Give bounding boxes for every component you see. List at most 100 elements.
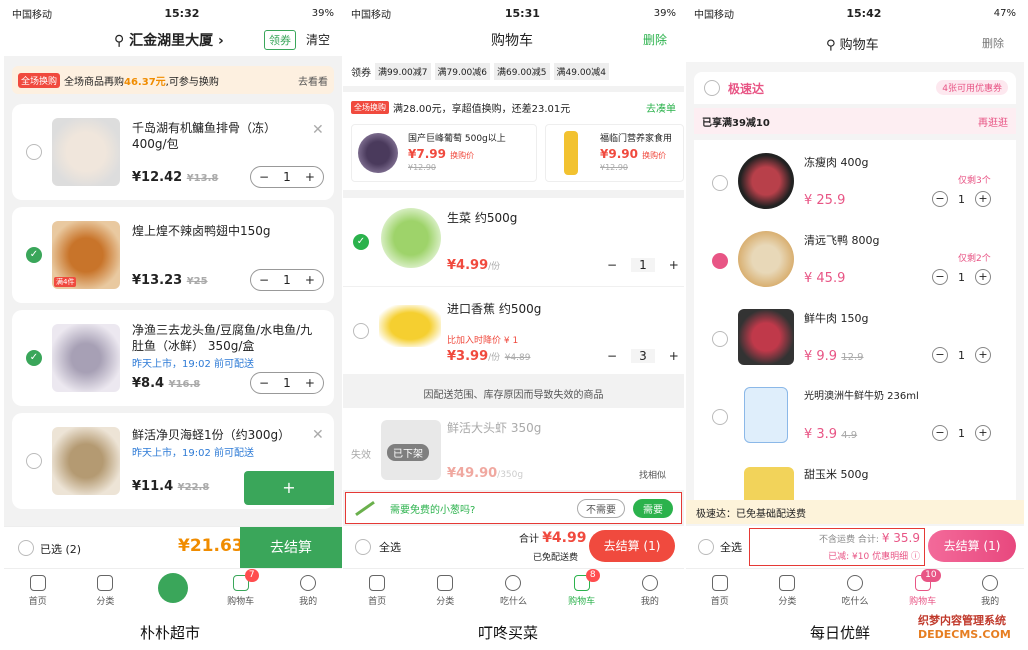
quantity-stepper[interactable]: −1 + [607,258,679,272]
tab-mine[interactable]: 我的 [278,574,338,607]
cart-badge: 8 [585,568,600,582]
total-label: 合计: [857,535,879,545]
product-price: ¥4.99 [447,258,489,273]
plus-icon[interactable]: + [305,273,315,287]
tab-cart[interactable]: 7 购物车 [211,568,271,607]
quantity-stepper[interactable]: −3 + [607,349,679,363]
checkout-bar: 已选 (2) ¥21.63 去结算 [4,526,342,569]
quantity-stepper[interactable]: −1 + [932,347,991,363]
tab-home[interactable]: 首页 [690,574,750,607]
cart-item: ✓ 生菜 约500g ¥4.99/份 −1 + [343,198,684,286]
add-to-cart-button[interactable]: + [244,471,334,505]
item-checkbox-checked[interactable]: ✓ [26,350,42,366]
item-checkbox[interactable] [712,409,728,425]
tab-label: 我的 [299,596,318,607]
exchange-promo-bar[interactable]: 全场换购 满28.00元，享超值换购，还差23.01元 去凑单 [351,100,676,115]
tab-mine[interactable]: 我的 [620,574,680,607]
coupon-chip[interactable]: 满99.00减7 [375,62,431,80]
cart-item: 鲜活净贝海蛏1份（约300g） ✕ 昨天上市，19:02 前可配送 ¥11.4 … [12,413,334,509]
item-checkbox-checked[interactable]: ✓ [26,247,42,263]
item-checkbox[interactable] [712,331,728,347]
delete-button[interactable]: 删除 [643,31,667,48]
exchange-item[interactable]: 国产巨峰葡萄 500g以上 ¥7.99 换购价 ¥12.90 [351,124,537,182]
exchange-promo-bar[interactable]: 全场换购 全场商品再购 46.37元 ,可参与换购 去看看 [12,66,334,94]
select-all-checkbox[interactable] [18,540,34,556]
tab-recipes[interactable]: 吃什么 [825,574,885,607]
minus-icon[interactable]: − [932,191,948,207]
accept-button[interactable]: 需要 [633,498,673,518]
item-checkbox[interactable] [26,453,42,469]
tab-cart[interactable]: 8 购物车 [552,568,612,607]
pupu-phone: 中国移动 15:32 39% ⚲ 汇金湖里大厦 › 领券 清空 全场换购 全场商… [4,0,342,612]
decline-button[interactable]: 不需要 [577,498,625,518]
tab-category[interactable]: 分类 [415,574,475,607]
quantity-stepper[interactable]: −1 + [932,269,991,285]
tab-home[interactable]: 首页 [347,574,407,607]
quantity-stepper[interactable]: −1 + [932,425,991,441]
coupon-label: 领券 [351,67,371,79]
plus-icon[interactable]: + [305,376,315,390]
tab-label: 分类 [96,596,115,607]
coupon-chip[interactable]: 4张可用优惠券 [936,80,1008,95]
quantity-stepper[interactable]: −1 + [932,191,991,207]
product-image [744,387,788,443]
plus-icon[interactable]: + [975,269,991,285]
exchange-price: ¥7.99 [408,147,446,161]
quantity-stepper[interactable]: −1 + [250,166,324,188]
discount-detail-link[interactable]: 优惠明细 [872,552,908,562]
find-similar-link[interactable]: 找相似 [639,468,666,481]
page-title-wrap: ⚲ 购物车 [826,34,879,53]
minus-icon[interactable]: − [607,258,617,272]
minus-icon[interactable]: − [932,347,948,363]
minus-icon[interactable]: − [932,269,948,285]
remove-icon[interactable]: ✕ [312,427,324,443]
watermark-line2: DEDECMS.COM [918,628,1011,641]
minus-icon[interactable]: − [259,170,269,184]
tab-category[interactable]: 分类 [75,574,135,607]
tab-center[interactable] [143,572,203,603]
minus-icon[interactable]: − [607,349,617,363]
checkout-button[interactable]: 去结算 (1) [928,530,1016,562]
item-checkbox[interactable] [26,144,42,160]
coupon-chip[interactable]: 满69.00减5 [494,62,550,80]
remove-icon[interactable]: ✕ [312,122,324,138]
plus-icon[interactable]: + [975,191,991,207]
plus-icon[interactable]: + [669,349,679,363]
plus-icon[interactable]: + [975,425,991,441]
watermark: 织梦内容管理系统 DEDECMS.COM [918,614,1011,642]
tab-cart[interactable]: 10 购物车 [893,568,953,607]
minus-icon[interactable]: − [259,273,269,287]
plus-icon[interactable]: + [305,170,315,184]
section-header: 极速达 4张可用优惠券 [694,72,1016,104]
section-checkbox[interactable] [704,80,720,96]
grid-icon [97,574,114,591]
tab-mine[interactable]: 我的 [960,574,1020,607]
item-checkbox-checked[interactable] [712,253,728,269]
delete-button[interactable]: 删除 [982,35,1004,51]
item-checkbox[interactable] [712,175,728,191]
tab-home[interactable]: 首页 [8,574,68,607]
select-all-checkbox[interactable] [355,539,371,555]
coupon-button[interactable]: 领券 [264,30,296,50]
scallion-text: 需要免费的小葱吗? [390,504,476,516]
quantity-value: 1 [283,170,291,184]
coupon-chip[interactable]: 满79.00减6 [434,62,490,80]
quantity-stepper[interactable]: −1 + [250,372,324,394]
quantity-stepper[interactable]: −1 + [250,269,324,291]
minus-icon[interactable]: − [932,425,948,441]
select-all-checkbox[interactable] [698,539,714,555]
item-checkbox[interactable] [353,323,369,339]
checkout-button[interactable]: 去结算 (1) [589,530,675,562]
plus-icon[interactable]: + [975,347,991,363]
location-selector[interactable]: ⚲ 汇金湖里大厦 › [114,30,224,50]
minus-icon[interactable]: − [259,376,269,390]
tab-recipes[interactable]: 吃什么 [483,574,543,607]
item-checkbox-checked[interactable]: ✓ [353,234,369,250]
plus-icon[interactable]: + [669,258,679,272]
promo-bar[interactable]: 已享满39减10 再逛逛 [694,108,1016,134]
coupon-chip[interactable]: 满49.00减4 [553,62,609,80]
exchange-item[interactable]: 福临门营养家食用 ¥9.90 换购价 ¥12.90 [545,124,684,182]
tab-category[interactable]: 分类 [757,574,817,607]
checkout-button[interactable]: 去结算 [240,527,342,569]
clear-button[interactable]: 清空 [306,31,330,48]
